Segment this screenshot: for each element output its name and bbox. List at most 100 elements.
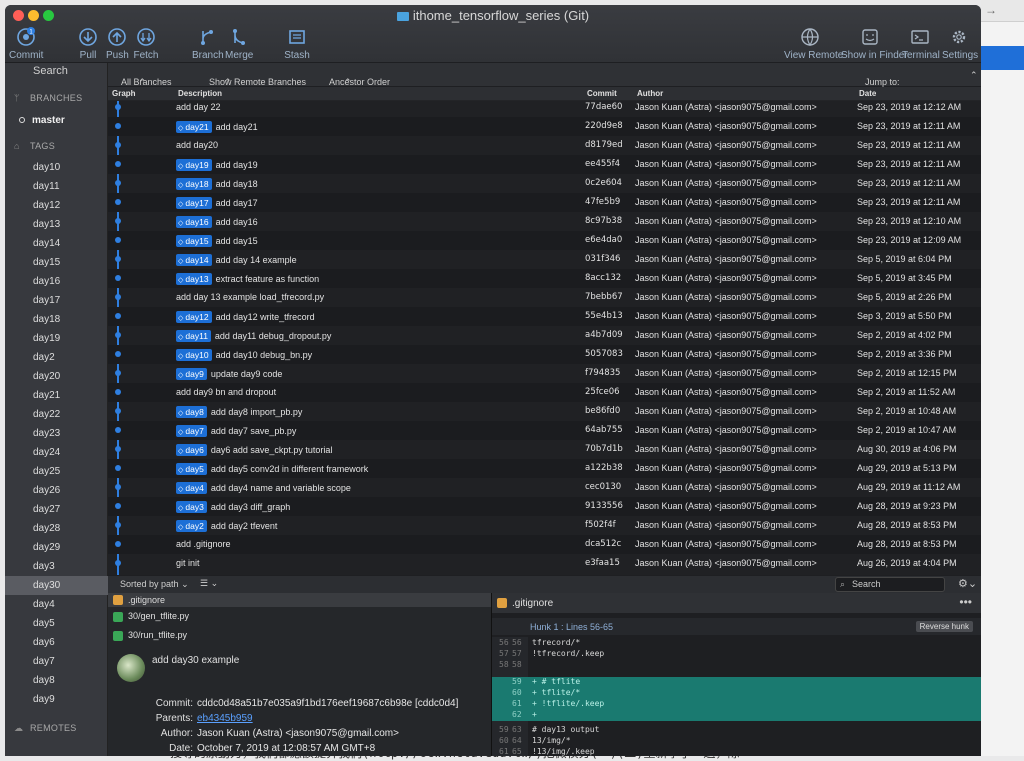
sort-dropdown[interactable]: Sorted by path ⌄ <box>120 579 189 590</box>
show-in-finder-button[interactable]: Show in Finder <box>841 27 908 61</box>
sidebar-item-day2[interactable]: day2 <box>5 348 108 367</box>
tag-badge[interactable]: ◇ day12 <box>176 311 212 323</box>
file-list-header[interactable]: .gitignore <box>108 593 491 607</box>
sidebar-item-day12[interactable]: day12 <box>5 196 108 215</box>
branch-button[interactable]: Branch <box>192 27 224 61</box>
table-row[interactable]: ◇ day4 add day4 name and variable scope cec… <box>108 478 981 497</box>
sidebar-item-day22[interactable]: day22 <box>5 405 108 424</box>
tag-badge[interactable]: ◇ day17 <box>176 197 212 209</box>
table-row[interactable]: ◇ day21 add day21 220d9e8 Jason Kuan (Astra)… <box>108 117 981 136</box>
sidebar-item-day29[interactable]: day29 <box>5 538 108 557</box>
table-row[interactable]: add day9 bn and dropout 25fce06 Jason Kuan… <box>108 383 981 402</box>
sidebar-item-day23[interactable]: day23 <box>5 424 108 443</box>
sidebar-item-day9[interactable]: day9 <box>5 690 108 709</box>
sidebar-item-day26[interactable]: day26 <box>5 481 108 500</box>
sidebar-item-day19[interactable]: day19 <box>5 329 108 348</box>
table-row[interactable]: ◇ day12 add day12 write_tfrecord 55e4b13 Jas… <box>108 307 981 326</box>
author-column-header[interactable]: Author <box>637 89 663 98</box>
pull-button[interactable]: Pull <box>77 27 99 61</box>
show-remote-dropdown[interactable]: Show Remote Branches ⌃ <box>209 70 306 87</box>
table-row[interactable]: ◇ day18 add day18 0c2e604 Jason Kuan (Astra)… <box>108 174 981 193</box>
tag-badge[interactable]: ◇ day9 <box>176 368 207 380</box>
table-row[interactable]: ◇ day16 add day16 8c97b38 Jason Kuan (Astra)… <box>108 212 981 231</box>
sidebar-item-day18[interactable]: day18 <box>5 310 108 329</box>
table-row[interactable]: add .gitignore dca512c Jason Kuan (Astra) … <box>108 535 981 554</box>
tag-badge[interactable]: ◇ day8 <box>176 406 207 418</box>
description-column-header[interactable]: Description <box>178 89 222 98</box>
chevron-updown-icon[interactable]: ⌃ <box>970 70 978 81</box>
ancestor-order-dropdown[interactable]: Ancestor Order ⌃ <box>329 70 390 87</box>
list-item[interactable]: 30/run_tflite.py <box>108 626 491 645</box>
tag-badge[interactable]: ◇ day6 <box>176 444 207 456</box>
reverse-hunk-button[interactable]: Reverse hunk <box>915 621 973 632</box>
tag-badge[interactable]: ◇ day16 <box>176 216 212 228</box>
gear-icon[interactable]: ⚙⌄ <box>958 577 977 590</box>
table-row[interactable]: ◇ day11 add day11 debug_dropout.py a4b7d09 J… <box>108 326 981 345</box>
table-row[interactable]: ◇ day10 add day10 debug_bn.py 5057083 Jason … <box>108 345 981 364</box>
tag-badge[interactable]: ◇ day10 <box>176 349 212 361</box>
branches-header[interactable]: ᛘ BRANCHES <box>14 93 82 103</box>
table-row[interactable]: ◇ day7 add day7 save_pb.py 64ab755 Jason Kua… <box>108 421 981 440</box>
sidebar-item-day8[interactable]: day8 <box>5 671 108 690</box>
table-row[interactable]: add day 13 example load_tfrecord.py 7bebb… <box>108 288 981 307</box>
sidebar-search[interactable]: Search <box>33 65 68 77</box>
sidebar-item-day7[interactable]: day7 <box>5 652 108 671</box>
sidebar-item-master[interactable]: master <box>19 115 65 126</box>
table-row[interactable]: git init e3faa15 Jason Kuan (Astra) <jason… <box>108 554 981 573</box>
tag-badge[interactable]: ◇ day14 <box>176 254 212 266</box>
table-row[interactable]: add day 22 77dae60 Jason Kuan (Astra) <jas… <box>108 101 981 117</box>
all-branches-dropdown[interactable]: All Branches ⌃ <box>121 70 172 87</box>
table-row[interactable]: ◇ day2 add day2 tfevent f502f4f Jason Kuan (… <box>108 516 981 535</box>
file-search-input[interactable]: ⌕ Search <box>835 577 945 592</box>
tag-badge[interactable]: ◇ day18 <box>176 178 212 190</box>
sidebar-item-day4[interactable]: day4 <box>5 595 108 614</box>
sidebar-item-day6[interactable]: day6 <box>5 633 108 652</box>
table-row[interactable]: ◇ day3 add day3 diff_graph 9133556 Jason Kua… <box>108 497 981 516</box>
tags-header[interactable]: ⌂ TAGS <box>14 141 55 151</box>
sidebar-item-day17[interactable]: day17 <box>5 291 108 310</box>
list-view-menu[interactable]: ☰ ⌄ <box>200 578 218 589</box>
sidebar-item-day11[interactable]: day11 <box>5 177 108 196</box>
sidebar-item-day27[interactable]: day27 <box>5 500 108 519</box>
table-row[interactable]: ◇ day5 add day5 conv2d in different framew… <box>108 459 981 478</box>
settings-button[interactable]: Settings <box>942 27 978 61</box>
tag-badge[interactable]: ◇ day7 <box>176 425 207 437</box>
list-item[interactable]: 30/gen_tflite.py <box>108 607 491 626</box>
remotes-header[interactable]: ☁ REMOTES <box>14 723 77 734</box>
view-remote-button[interactable]: View Remote <box>784 27 843 61</box>
sidebar-item-day25[interactable]: day25 <box>5 462 108 481</box>
sidebar-item-day13[interactable]: day13 <box>5 215 108 234</box>
stash-button[interactable]: Stash <box>283 27 311 61</box>
sidebar-item-day5[interactable]: day5 <box>5 614 108 633</box>
commit-column-header[interactable]: Commit <box>587 89 617 98</box>
sidebar-item-day28[interactable]: day28 <box>5 519 108 538</box>
parents-link[interactable]: eb4345b959 <box>197 713 253 724</box>
sidebar-item-day24[interactable]: day24 <box>5 443 108 462</box>
tag-badge[interactable]: ◇ day5 <box>176 463 207 475</box>
sidebar-item-day21[interactable]: day21 <box>5 386 108 405</box>
tag-badge[interactable]: ◇ day3 <box>176 501 207 513</box>
table-row[interactable]: ◇ day9 update day9 code f794835 Jason Kuan (… <box>108 364 981 383</box>
terminal-button[interactable]: Terminal <box>902 27 940 61</box>
tag-badge[interactable]: ◇ day13 <box>176 273 212 285</box>
fetch-button[interactable]: Fetch <box>133 27 159 61</box>
sidebar-item-day20[interactable]: day20 <box>5 367 108 386</box>
table-row[interactable]: ◇ day19 add day19 ee455f4 Jason Kuan (Astra)… <box>108 155 981 174</box>
table-row[interactable]: ◇ day14 add day 14 example 031f346 Jason Kua… <box>108 250 981 269</box>
tag-badge[interactable]: ◇ day2 <box>176 520 207 532</box>
table-row[interactable]: ◇ day8 add day8 import_pb.py be86fd0 Jason K… <box>108 402 981 421</box>
sidebar-item-day30[interactable]: day30 <box>5 576 108 595</box>
sidebar-item-day14[interactable]: day14 <box>5 234 108 253</box>
date-column-header[interactable]: Date <box>859 89 876 98</box>
table-row[interactable]: add day20 d8179ed Jason Kuan (Astra) <jaso… <box>108 136 981 155</box>
table-row[interactable]: ◇ day6 day6 add save_ckpt.py tutorial 70b7d… <box>108 440 981 459</box>
tag-badge[interactable]: ◇ day19 <box>176 159 212 171</box>
tag-badge[interactable]: ◇ day11 <box>176 330 211 342</box>
merge-button[interactable]: Merge <box>225 27 253 61</box>
more-options-icon[interactable]: ••• <box>959 595 972 609</box>
tag-badge[interactable]: ◇ day4 <box>176 482 207 494</box>
sidebar-item-day10[interactable]: day10 <box>5 158 108 177</box>
sidebar-item-day16[interactable]: day16 <box>5 272 108 291</box>
table-row[interactable]: ◇ day17 add day17 47fe5b9 Jason Kuan (Astra)… <box>108 193 981 212</box>
push-button[interactable]: Push <box>106 27 129 61</box>
